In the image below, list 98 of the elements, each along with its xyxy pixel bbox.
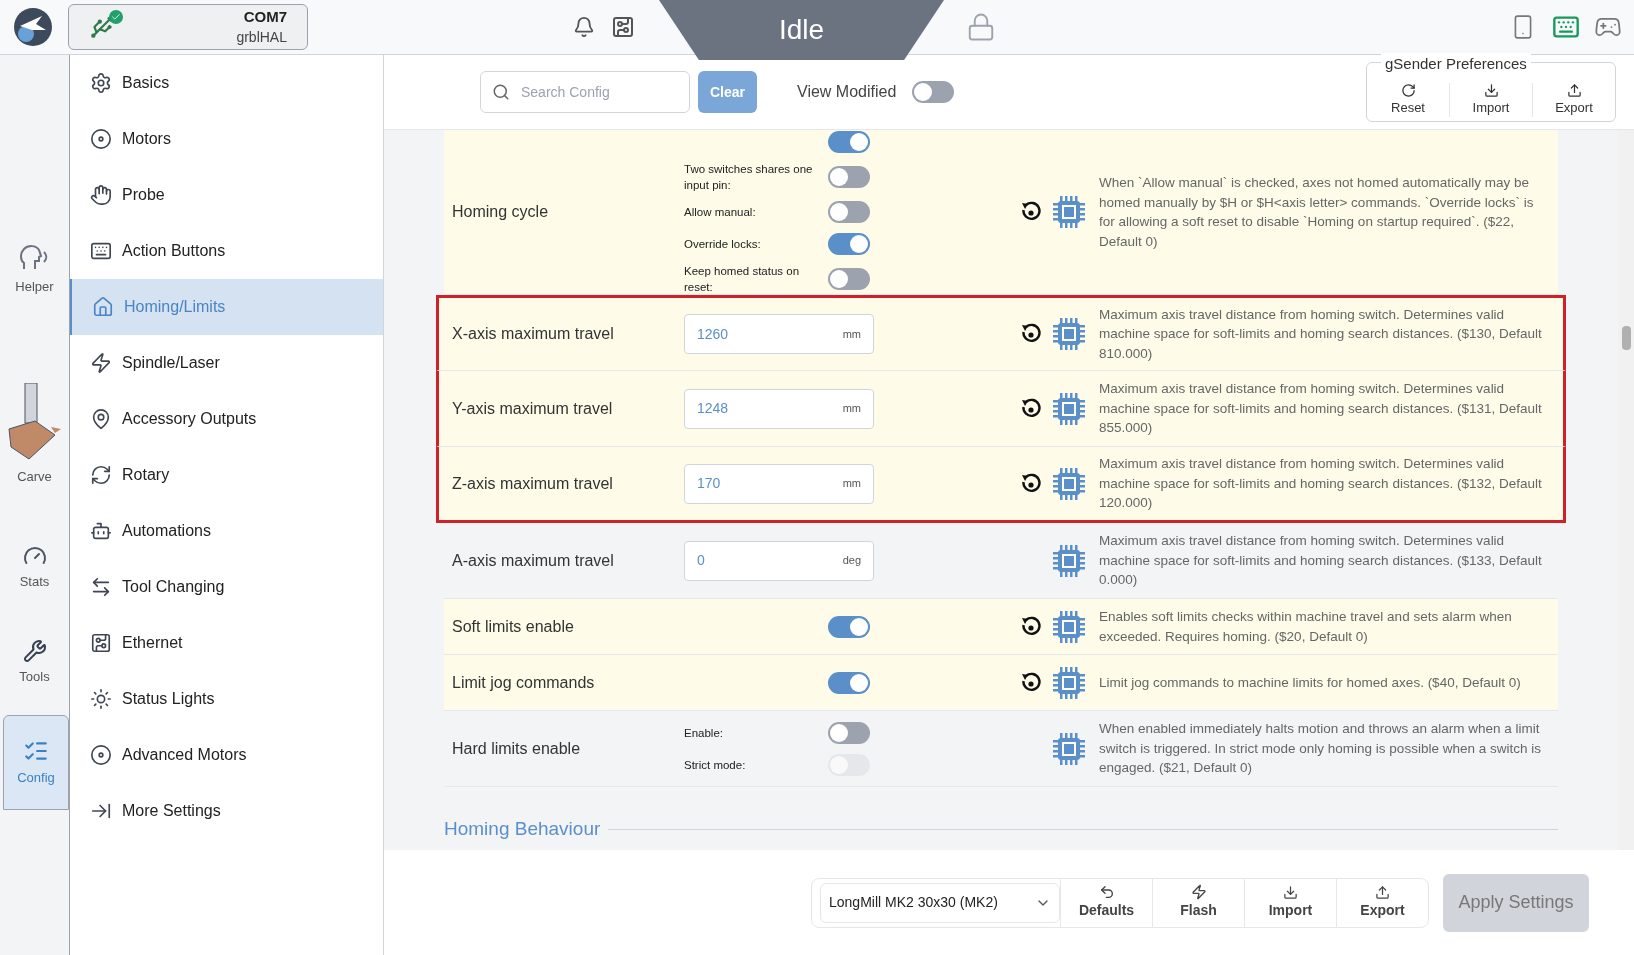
section-heading: Homing Behaviour <box>444 817 601 841</box>
footer-button[interactable]: Export <box>1336 878 1428 927</box>
sidebar-item[interactable]: Motors <box>70 111 383 167</box>
machine-status: Idle <box>659 0 944 60</box>
chip-icon <box>1051 390 1087 427</box>
notification-bell-icon[interactable] <box>573 16 595 38</box>
download-icon <box>1283 884 1298 900</box>
tools-icon <box>22 638 47 663</box>
sidebar-item[interactable]: More Settings <box>70 783 383 839</box>
footer-button[interactable]: Import <box>1244 878 1336 927</box>
preference-button[interactable]: Reset <box>1367 82 1449 117</box>
port-name: COM7 <box>243 7 287 27</box>
profile-select[interactable]: LongMill MK2 30x30 (MK2) <box>820 882 1060 923</box>
setting-label: Homing cycle <box>452 202 549 222</box>
search-icon <box>492 83 510 101</box>
toggle-switch[interactable] <box>828 233 870 255</box>
home-icon <box>92 296 114 318</box>
firmware-name: grblHAL <box>236 28 287 47</box>
footer-button[interactable]: Defaults <box>1060 878 1152 927</box>
nav-tab[interactable]: Helper <box>2 230 67 310</box>
sidebar-item[interactable]: Basics <box>70 55 383 111</box>
setting-description: Maximum axis travel distance from homing switch. Determines valid machine space for soft-limits and homing search distances. ($131, Default 855.000) <box>1099 380 1543 438</box>
lightning-icon <box>1190 884 1207 900</box>
setting-description: Enables soft limits checks within machine travel and sets alarm when exceeded. Requires homing. ($20, Default 0) <box>1099 608 1513 646</box>
setting-label: Y-axis maximum travel <box>452 398 613 419</box>
setting-label: Limit jog commands <box>452 672 595 693</box>
toggle-switch[interactable] <box>828 131 870 153</box>
nav-tab[interactable]: Stats <box>2 520 67 615</box>
rotate-icon <box>90 464 112 486</box>
pin-icon <box>90 408 112 430</box>
sidebar-item[interactable]: Tool Changing <box>70 559 383 615</box>
option-label: Enable: <box>684 725 724 741</box>
nav-tab[interactable]: Carve <box>2 350 67 520</box>
chip-icon <box>1051 316 1087 352</box>
footer-button[interactable]: Flash <box>1152 878 1244 927</box>
connected-check-icon <box>109 10 123 24</box>
setting-label: X-axis maximum travel <box>452 324 614 344</box>
option-label: Allow manual: <box>684 205 757 220</box>
chip-icon <box>1051 608 1087 645</box>
swap-arrows-icon <box>90 576 112 598</box>
setting-description: Limit jog commands to machine limits for homed axes. ($40, Default 0) <box>1099 673 1522 692</box>
circuit-icon[interactable] <box>611 15 635 39</box>
number-input[interactable]: 0 deg <box>684 540 874 581</box>
option-label: Strict mode: <box>684 757 747 773</box>
preference-button[interactable]: Export <box>1532 82 1615 117</box>
toggle-switch[interactable] <box>828 615 870 638</box>
option-label: Keep homed status on reset: <box>684 264 801 295</box>
toggle-switch[interactable] <box>828 268 870 290</box>
setting-label: Soft limits enable <box>452 616 574 637</box>
setting-description: Maximum axis travel distance from homing switch. Determines valid machine space for soft-limits and homing search distances. ($133, Default 0.000) <box>1099 532 1543 590</box>
toggle-switch[interactable] <box>828 671 870 694</box>
scrollbar[interactable] <box>1618 130 1634 850</box>
sun-icon <box>90 688 112 710</box>
chip-icon <box>1051 730 1087 767</box>
sidebar-item[interactable]: Automations <box>70 503 383 559</box>
chip-icon <box>1051 194 1087 230</box>
gear-icon <box>90 72 112 94</box>
setting-label: Hard limits enable <box>452 738 581 759</box>
setting-description: When `Allow manual` is checked, axes not homed automatically may be homed manually by $H or $H<axis letter> commands. `Override locks` is for allowing a soft reset to disable `Homing on startup required`. ($22, Default 0) <box>1099 174 1535 251</box>
setting-description: When enabled immediately halts motion and throws an alarm when a limit switch is triggered. In strict mode only homing is possible when a switch is engaged. ($21, Default 0) <box>1099 720 1542 778</box>
robot-icon <box>90 520 112 542</box>
sidebar-item[interactable]: Probe <box>70 167 383 223</box>
chip-icon <box>1051 542 1087 579</box>
upload-icon <box>1566 82 1582 98</box>
toggle-switch[interactable] <box>828 721 870 744</box>
number-input[interactable]: 170 mm <box>684 463 874 504</box>
number-input[interactable]: 1248 mm <box>684 388 874 429</box>
search-field[interactable]: Search Config <box>480 71 690 113</box>
view-modified-label: View Modified <box>797 82 897 102</box>
setting-description: Maximum axis travel distance from homing switch. Determines valid machine space for soft-limits and homing search distances. ($130, Default 810.000) <box>1099 305 1543 363</box>
setting-label: A-axis maximum travel <box>452 550 614 571</box>
toggle-switch[interactable] <box>828 166 870 188</box>
chip-icon <box>1051 664 1087 701</box>
chip-icon <box>1051 465 1087 502</box>
toggle-switch[interactable] <box>912 81 955 103</box>
option-label: Override locks: <box>684 237 762 252</box>
setting-description: Maximum axis travel distance from homing switch. Determines valid machine space for soft-limits and homing search distances. ($132, Default 120.000) <box>1099 455 1543 513</box>
upload-icon <box>1375 884 1390 900</box>
sidebar-item[interactable]: Action Buttons <box>70 223 383 279</box>
option-label: Two switches shares one input pin: <box>684 162 814 193</box>
download-icon <box>1483 82 1499 98</box>
hand-icon <box>90 184 112 206</box>
refresh-icon <box>1400 82 1416 98</box>
undo-icon <box>1098 884 1115 900</box>
sidebar-item[interactable]: Advanced Motors <box>70 727 383 783</box>
setting-label: Z-axis maximum travel <box>452 473 613 494</box>
sidebar-item[interactable]: Status Lights <box>70 671 383 727</box>
connection-button[interactable]: COM7 grblHAL <box>68 4 308 50</box>
sidebar-item[interactable]: Accessory Outputs <box>70 391 383 447</box>
toggle-switch[interactable] <box>828 201 870 223</box>
nav-tab[interactable]: Tools <box>2 615 67 710</box>
sidebar-item[interactable]: Spindle/Laser <box>70 335 383 391</box>
sidebar-item[interactable]: Ethernet <box>70 615 383 671</box>
preference-button[interactable]: Import <box>1449 82 1532 117</box>
number-input[interactable]: 1260 mm <box>684 314 874 354</box>
logo-icon[interactable] <box>12 6 54 48</box>
lock-icon[interactable] <box>966 12 996 42</box>
sidebar-item[interactable]: Rotary <box>70 447 383 503</box>
